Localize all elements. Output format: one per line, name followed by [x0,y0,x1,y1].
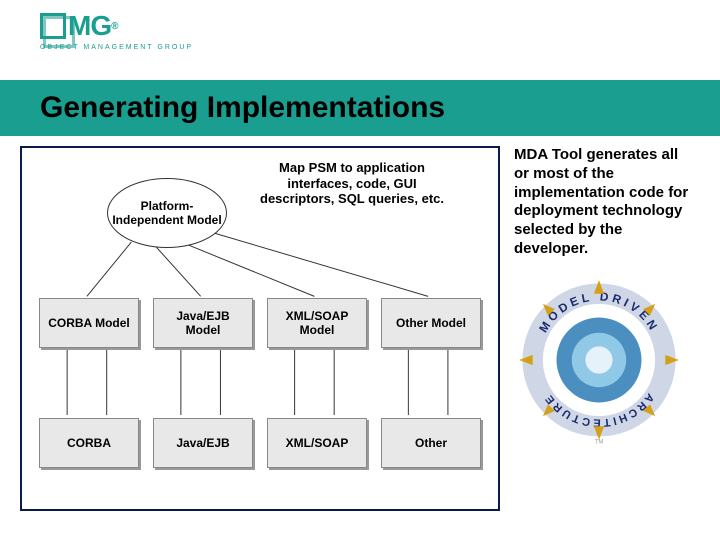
title-bar: Generating Implementations [0,80,720,136]
logo-text: MG [68,10,111,42]
impl-box-xmlsoap: XML/SOAP [267,418,367,468]
psm-box-javaejb: Java/EJB Model [153,298,253,348]
diagram-panel: Platform-Independent Model Map PSM to ap… [20,146,500,511]
psm-box-other: Other Model [381,298,481,348]
psm-box-corba: CORBA Model [39,298,139,348]
impl-box-other: Other [381,418,481,468]
logo-mark: MG® [40,10,117,42]
mda-logo-icon: MODEL DRIVEN ARCHITECTURE TM [514,275,684,445]
svg-text:TM: TM [595,439,604,445]
pim-node: Platform-Independent Model [107,178,227,248]
right-column: MDA Tool generates all or most of the im… [500,146,700,536]
slide-title: Generating Implementations [40,91,445,125]
header: MG® OBJECT MANAGEMENT GROUP [0,0,720,80]
impl-row: CORBA Java/EJB XML/SOAP Other [22,418,498,468]
logo-subtitle: OBJECT MANAGEMENT GROUP [40,44,193,51]
psm-box-xmlsoap: XML/SOAP Model [267,298,367,348]
impl-box-javaejb: Java/EJB [153,418,253,468]
psm-row: CORBA Model Java/EJB Model XML/SOAP Mode… [22,298,498,348]
omg-logo: MG® OBJECT MANAGEMENT GROUP [40,10,680,51]
map-description: Map PSM to application interfaces, code,… [252,160,452,207]
content: Platform-Independent Model Map PSM to ap… [0,136,720,536]
impl-box-corba: CORBA [39,418,139,468]
description-text: MDA Tool generates all or most of the im… [514,146,690,259]
